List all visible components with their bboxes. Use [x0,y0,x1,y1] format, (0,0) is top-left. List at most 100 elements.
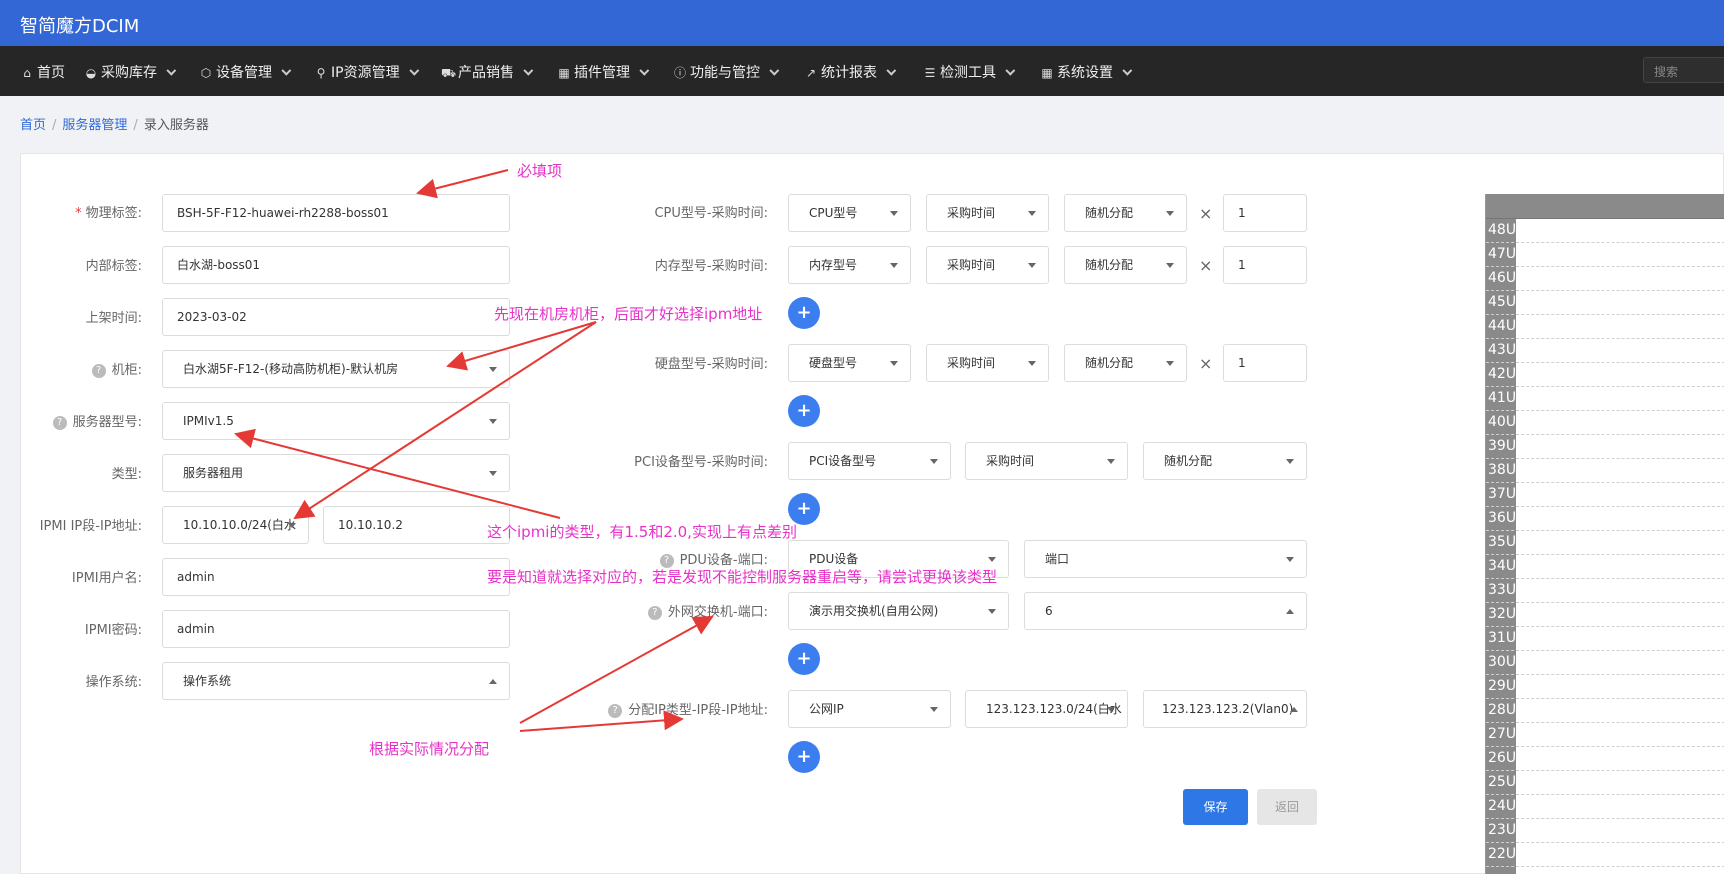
rack-unit[interactable]: 31U [1486,627,1724,651]
physical-tag-label: * 物理标签: [75,206,142,221]
annotation-allocate: 根据实际情况分配 [369,740,490,758]
physical-tag-input[interactable]: BSH-5F-F12-huawei-rh2288-boss01 [162,194,510,232]
dropdown-arrow-icon [988,557,996,562]
cpu-qty-input[interactable]: 1 [1223,194,1307,232]
rack-unit[interactable]: 47U [1486,243,1724,267]
rack-unit[interactable]: 32U [1486,603,1724,627]
rack-unit-label: 23U [1488,822,1517,838]
ipmi-ip-address-input[interactable]: 10.10.10.2 [323,506,510,544]
os-select[interactable]: 操作系统 [162,662,510,700]
type-select[interactable]: 服务器租用 [162,454,510,492]
pci-model-select[interactable]: PCI设备型号 [788,442,951,480]
rack-unit[interactable]: 39U [1486,435,1724,459]
ipmi-pass-label: IPMI密码: [84,623,142,638]
nav-item-device[interactable]: ⬡ 设备管理 [199,62,292,82]
rack-unit[interactable]: 43U [1486,339,1724,363]
mem-model-select[interactable]: 内存型号 [788,246,911,284]
search-input[interactable]: 搜索 [1643,57,1724,83]
save-button[interactable]: 保存 [1183,789,1248,825]
annotation-ipmi-type-1: 这个ipmi的类型，有1.5和2.0,实现上有点差别 [487,523,797,541]
ipmi-ip-segment-select[interactable]: 10.10.10.0/24(白水 [162,506,309,544]
chevron-down-icon [1122,65,1133,76]
rack-unit[interactable]: 24U [1486,795,1724,819]
rack-unit[interactable]: 44U [1486,315,1724,339]
annotation-ipmi-type-2: 要是知道就选择对应的，若是发现不能控制服务器重启等，请尝试更换该类型 [487,568,998,586]
server-model-select[interactable]: IPMIv1.5 [162,402,510,440]
help-icon[interactable]: ? [91,364,106,378]
ipmi-pass-input[interactable]: admin [162,610,510,648]
nav-item-settings[interactable]: ▦ 系统设置 [1040,62,1133,82]
breadcrumb: 首页 / 服务器管理 / 录入服务器 [20,114,209,133]
nav-item-purchase[interactable]: ◒ 采购库存 [84,62,177,82]
rack-unit[interactable]: 23U [1486,819,1724,843]
ip-type-select[interactable]: 公网IP [788,690,951,728]
internal-tag-input[interactable]: 白水湖-boss01 [162,246,510,284]
pci-time-select[interactable]: 采购时间 [965,442,1128,480]
back-button[interactable]: 返回 [1257,789,1317,825]
rack-unit[interactable]: 40U [1486,411,1724,435]
add-disk-button[interactable]: + [788,395,820,427]
mem-alloc-select[interactable]: 随机分配 [1064,246,1187,284]
cpu-alloc-select[interactable]: 随机分配 [1064,194,1187,232]
help-icon[interactable]: ? [52,416,67,430]
pdu-port-select[interactable]: 端口 [1024,540,1307,578]
rack-unit[interactable]: 38U [1486,459,1724,483]
switch-port-select[interactable]: 6 [1024,592,1307,630]
rack-unit-label: 47U [1488,246,1517,262]
add-switch-button[interactable]: + [788,643,820,675]
rack-unit[interactable]: 46U [1486,267,1724,291]
cpu-time-select[interactable]: 采购时间 [926,194,1049,232]
rack-unit[interactable]: 33U [1486,579,1724,603]
nav-item-reports[interactable]: ↗ 统计报表 [804,62,897,82]
rack-unit[interactable]: 27U [1486,723,1724,747]
rack-unit[interactable]: 30U [1486,651,1724,675]
rack-unit[interactable]: 45U [1486,291,1724,315]
rack-unit[interactable]: 35U [1486,531,1724,555]
disk-alloc-select[interactable]: 随机分配 [1064,344,1187,382]
rack-unit[interactable]: 29U [1486,675,1724,699]
rack-unit[interactable]: 28U [1486,699,1724,723]
ip-segment-select[interactable]: 123.123.123.0/24(白水 [965,690,1128,728]
internal-tag-label: 内部标签: [85,259,142,274]
disk-qty-input[interactable]: 1 [1223,344,1307,382]
rack-unit[interactable]: 22U [1486,843,1724,867]
app-title[interactable]: 智简魔方DCIM [20,12,139,38]
home-icon: ⌂ [23,66,31,80]
mem-time-select[interactable]: 采购时间 [926,246,1049,284]
rack-unit-label: 36U [1488,510,1517,526]
cabinet-select[interactable]: 白水湖5F-F12-(移动高防机柜)-默认机房 [162,350,510,388]
nav-item-sales[interactable]: ⛟ 产品销售 [441,62,534,82]
main-nav: ⌂ 首页 ◒ 采购库存 ⬡ 设备管理 ⚲ IP资源管理 ⛟ 产品销售 ▦ 插件管理 ⓘ 功能与… [0,46,1724,96]
times-icon: × [1199,204,1213,223]
pci-alloc-select[interactable]: 随机分配 [1143,442,1307,480]
rack-time-input[interactable]: 2023-03-02 [162,298,510,336]
nav-item-home[interactable]: ⌂ 首页 [20,62,65,82]
ip-address-select[interactable]: 123.123.123.2(Vlan0) [1143,690,1307,728]
switch-device-select[interactable]: 演示用交换机(自用公网) [788,592,1009,630]
rack-unit[interactable]: 48U [1486,219,1724,243]
rack-unit[interactable]: 26U [1486,747,1724,771]
rack-unit-label: 42U [1488,366,1517,382]
breadcrumb-server-management[interactable]: 服务器管理 [62,118,127,133]
add-ip-button[interactable]: + [788,741,820,773]
rack-unit[interactable]: 37U [1486,483,1724,507]
help-icon[interactable]: ? [647,606,662,620]
rack-unit[interactable]: 36U [1486,507,1724,531]
help-icon[interactable]: ? [608,704,623,718]
rack-unit[interactable]: 34U [1486,555,1724,579]
nav-item-plugins[interactable]: ▦ 插件管理 [557,62,650,82]
add-mem-button[interactable]: + [788,297,820,329]
breadcrumb-home[interactable]: 首页 [20,118,46,133]
rack-unit[interactable]: 25U [1486,771,1724,795]
disk-model-select[interactable]: 硬盘型号 [788,344,911,382]
nav-item-tools[interactable]: ☰ 检测工具 [923,62,1016,82]
rack-unit[interactable]: 42U [1486,363,1724,387]
rack-unit[interactable]: 41U [1486,387,1724,411]
rack-unit-label: 27U [1488,726,1517,742]
disk-time-select[interactable]: 采购时间 [926,344,1049,382]
ipmi-user-input[interactable]: admin [162,558,510,596]
nav-item-functions[interactable]: ⓘ 功能与管控 [673,62,780,82]
nav-item-ip[interactable]: ⚲ IP资源管理 [314,62,419,82]
mem-qty-input[interactable]: 1 [1223,246,1307,284]
cpu-model-select[interactable]: CPU型号 [788,194,911,232]
